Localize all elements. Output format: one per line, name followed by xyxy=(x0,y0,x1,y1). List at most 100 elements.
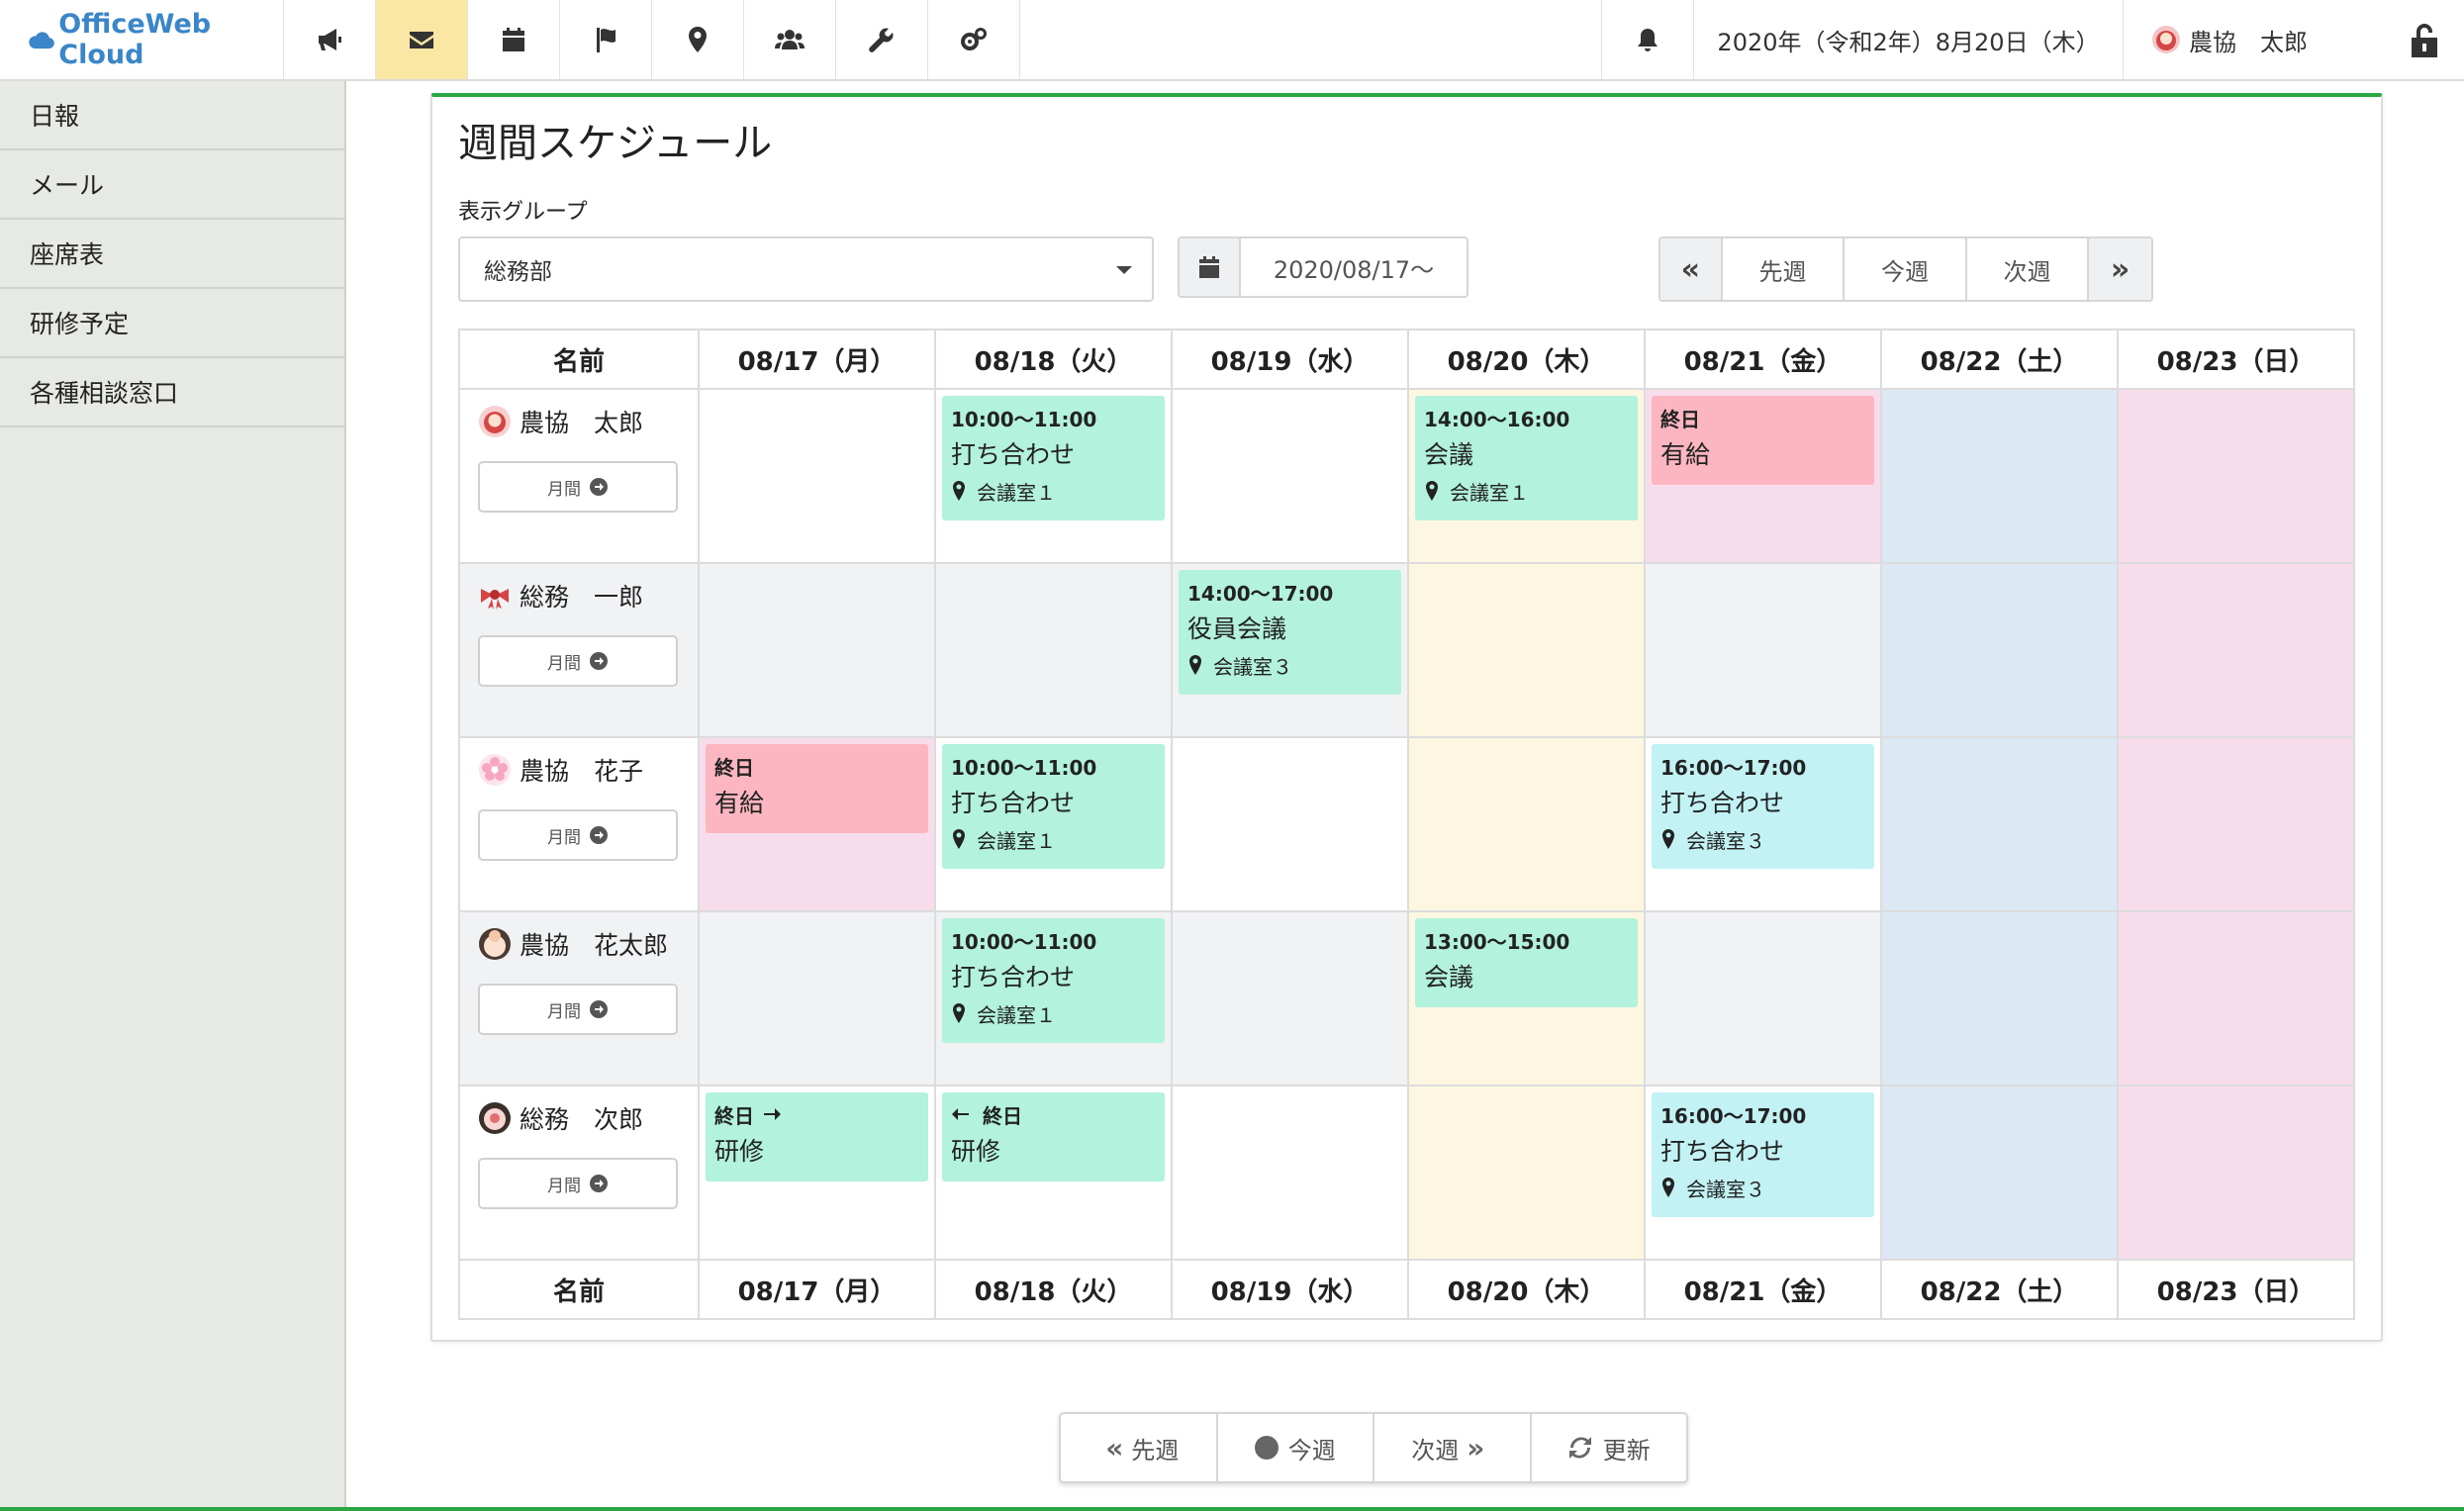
date-picker-button[interactable] xyxy=(1180,238,1241,296)
day-cell[interactable] xyxy=(2118,911,2354,1086)
bottom-prev-week-button[interactable]: « 先週 xyxy=(1061,1414,1218,1481)
person-name[interactable]: 農協 花太郎 xyxy=(478,926,698,962)
logout-button[interactable] xyxy=(2385,0,2464,79)
prev-week-button[interactable]: 先週 xyxy=(1723,238,1846,300)
user-menu[interactable]: 農協 太郎 xyxy=(2123,0,2385,79)
date-picker[interactable]: 2020/08/17〜 xyxy=(1178,236,1469,298)
day-cell[interactable]: 終日 有給 xyxy=(1645,389,1882,564)
event-card[interactable]: 終日 有給 xyxy=(706,744,928,833)
day-cell[interactable] xyxy=(1645,563,1882,738)
last-week-button[interactable]: » xyxy=(2089,238,2151,300)
day-cell[interactable] xyxy=(699,911,936,1086)
day-cell[interactable] xyxy=(2118,737,2354,912)
event-card[interactable]: 終日 有給 xyxy=(1652,396,1874,485)
notifications-button[interactable] xyxy=(1601,0,1693,79)
day-cell[interactable] xyxy=(699,563,936,738)
day-cell[interactable] xyxy=(1881,1086,2119,1261)
this-week-button[interactable]: 今週 xyxy=(1845,238,1967,300)
day-cell[interactable]: 10:00〜11:00 打ち合わせ 会議室１ xyxy=(935,911,1173,1086)
day-cell[interactable] xyxy=(935,563,1173,738)
day-cell[interactable]: 10:00〜11:00 打ち合わせ 会議室１ xyxy=(935,737,1173,912)
day-cell[interactable]: 16:00〜17:00 打ち合わせ 会議室３ xyxy=(1645,737,1882,912)
event-card[interactable]: 10:00〜11:00 打ち合わせ 会議室１ xyxy=(942,396,1165,520)
person-name[interactable]: 農協 花子 xyxy=(478,752,698,788)
day-cell[interactable] xyxy=(1645,911,1882,1086)
event-card[interactable]: 13:00〜15:00 会議 xyxy=(1415,918,1638,1007)
monthly-view-button[interactable]: 月間 xyxy=(478,984,678,1035)
event-card[interactable]: 16:00〜17:00 打ち合わせ 会議室３ xyxy=(1652,1092,1874,1217)
name-column-header: 名前 xyxy=(459,1259,700,1319)
day-cell[interactable] xyxy=(1881,737,2119,912)
event-card[interactable]: 16:00〜17:00 打ち合わせ 会議室３ xyxy=(1652,744,1874,869)
gears-icon xyxy=(961,28,987,50)
refresh-button[interactable]: 更新 xyxy=(1532,1414,1687,1481)
day-cell[interactable] xyxy=(1172,911,1409,1086)
nav-users[interactable] xyxy=(744,0,836,79)
sidebar-item-consultation[interactable]: 各種相談窓口 xyxy=(0,358,344,427)
event-card[interactable]: 終日 研修 xyxy=(706,1092,928,1181)
nav-tools[interactable] xyxy=(836,0,928,79)
brand-name: OfficeWeb Cloud xyxy=(58,9,212,70)
day-cell[interactable] xyxy=(1172,737,1409,912)
first-week-button[interactable]: « xyxy=(1660,238,1723,300)
monthly-view-button[interactable]: 月間 xyxy=(478,1158,678,1209)
event-card[interactable]: 14:00〜16:00 会議 会議室１ xyxy=(1415,396,1638,520)
event-card[interactable]: 14:00〜17:00 役員会議 会議室３ xyxy=(1179,570,1401,695)
nav-flag[interactable] xyxy=(560,0,652,79)
day-cell[interactable]: 16:00〜17:00 打ち合わせ 会議室３ xyxy=(1645,1086,1882,1261)
sidebar-item-daily-report[interactable]: 日報 xyxy=(0,81,344,150)
day-cell[interactable] xyxy=(1172,1086,1409,1261)
map-marker-icon xyxy=(953,829,965,849)
day-header: 08/21（金） xyxy=(1645,330,1882,390)
day-cell[interactable]: 終日 研修 xyxy=(935,1086,1173,1261)
sidebar-item-training[interactable]: 研修予定 xyxy=(0,289,344,358)
monthly-view-button[interactable]: 月間 xyxy=(478,461,678,513)
day-cell[interactable]: 10:00〜11:00 打ち合わせ 会議室１ xyxy=(935,389,1173,564)
day-cell[interactable] xyxy=(1408,1086,1646,1261)
day-cell[interactable] xyxy=(1881,389,2119,564)
person-name[interactable]: 農協 太郎 xyxy=(478,404,698,439)
nav-settings[interactable] xyxy=(928,0,1020,79)
day-cell[interactable] xyxy=(2118,1086,2354,1261)
day-cell[interactable] xyxy=(2118,389,2354,564)
event-card[interactable]: 終日 研修 xyxy=(942,1092,1165,1181)
day-cell[interactable] xyxy=(1881,563,2119,738)
day-header: 08/20（木） xyxy=(1408,1259,1646,1319)
schedule-row: 農協 花太郎 月間 10:00〜11:00 打ち合わせ 会議室１ 13:00〜1… xyxy=(459,911,2354,1086)
map-marker-icon xyxy=(1189,655,1201,675)
sidebar: 日報 メール 座席表 研修予定 各種相談窓口 xyxy=(0,81,346,1511)
day-header: 08/19（水） xyxy=(1172,1259,1409,1319)
day-cell[interactable] xyxy=(1172,389,1409,564)
sidebar-item-mail[interactable]: メール xyxy=(0,150,344,220)
nav-announcements[interactable] xyxy=(284,0,376,79)
bottom-next-week-button[interactable]: 次週 » xyxy=(1374,1414,1532,1481)
day-cell[interactable]: 14:00〜17:00 役員会議 会議室３ xyxy=(1172,563,1409,738)
day-cell[interactable] xyxy=(2118,563,2354,738)
sidebar-item-seating[interactable]: 座席表 xyxy=(0,220,344,289)
nav-mail[interactable] xyxy=(376,0,468,79)
day-cell[interactable] xyxy=(699,389,936,564)
day-cell[interactable] xyxy=(1881,911,2119,1086)
day-header: 08/21（金） xyxy=(1645,1259,1882,1319)
day-cell[interactable]: 14:00〜16:00 会議 会議室１ xyxy=(1408,389,1646,564)
day-cell[interactable]: 終日 研修 xyxy=(699,1086,936,1261)
day-cell[interactable]: 13:00〜15:00 会議 xyxy=(1408,911,1646,1086)
nav-location[interactable] xyxy=(652,0,744,79)
person-cell: 農協 花子 月間 xyxy=(459,737,700,912)
nav-calendar[interactable] xyxy=(468,0,560,79)
brand-logo[interactable]: OfficeWeb Cloud xyxy=(0,0,284,79)
monthly-view-button[interactable]: 月間 xyxy=(478,809,678,861)
day-cell[interactable] xyxy=(1408,563,1646,738)
monthly-view-button[interactable]: 月間 xyxy=(478,635,678,687)
event-card[interactable]: 10:00〜11:00 打ち合わせ 会議室１ xyxy=(942,918,1165,1043)
person-name[interactable]: 総務 一郎 xyxy=(478,578,698,614)
day-cell[interactable]: 終日 有給 xyxy=(699,737,936,912)
map-marker-icon xyxy=(1426,481,1438,501)
event-location: 会議室３ xyxy=(1660,825,1865,853)
next-week-button[interactable]: 次週 xyxy=(1967,238,2090,300)
event-card[interactable]: 10:00〜11:00 打ち合わせ 会議室１ xyxy=(942,744,1165,869)
day-cell[interactable] xyxy=(1408,737,1646,912)
bottom-this-week-button[interactable]: 今週 xyxy=(1218,1414,1374,1481)
person-name[interactable]: 総務 次郎 xyxy=(478,1100,698,1136)
group-select[interactable]: 総務部 xyxy=(458,236,1154,302)
